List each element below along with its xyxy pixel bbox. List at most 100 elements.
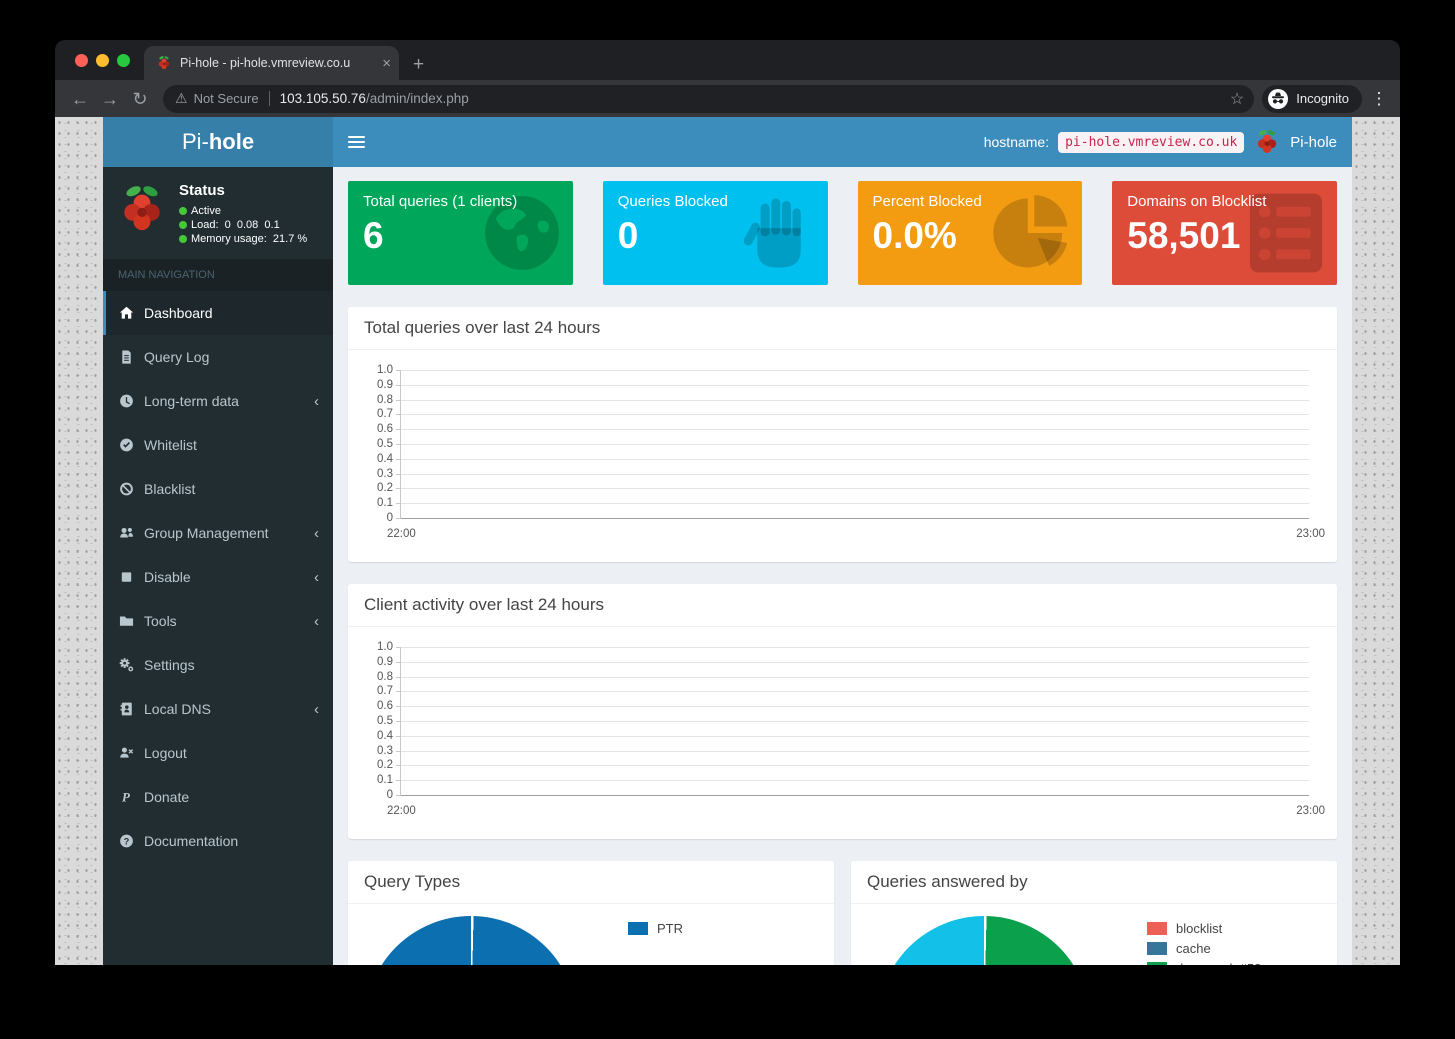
sidebar-item-label: Long-term data [144, 393, 239, 409]
stat-card-queries-blocked[interactable]: Queries Blocked 0 [603, 181, 828, 285]
status-ok-icon [179, 235, 187, 243]
page-header: Pi-hole hostname: pi-hole.vmreview.co.uk… [103, 117, 1352, 167]
main-content: Total queries (1 clients) 6 Queries Bloc… [333, 167, 1352, 965]
raspberry-logo [115, 180, 169, 238]
new-tab-button[interactable]: + [413, 55, 424, 74]
sidebar-item-label: Settings [144, 657, 195, 673]
browser-window: Pi-hole - pi-hole.vmreview.co.u × + ← → … [55, 40, 1400, 117]
sidebar-item-label: Tools [144, 613, 177, 629]
sidebar-item-label: Logout [144, 745, 187, 761]
browser-menu-icon[interactable]: ⋮ [1368, 89, 1390, 109]
sidebar-item-label: Whitelist [144, 437, 197, 453]
sidebar-item-local-dns[interactable]: Local DNS ‹ [103, 687, 333, 731]
back-icon[interactable]: ← [65, 90, 95, 108]
window-controls[interactable] [55, 40, 144, 80]
pihole-brand-logo[interactable]: Pi-hole [103, 117, 333, 167]
url-path: /admin/index.php [366, 91, 469, 106]
home-icon [118, 305, 135, 321]
legend-swatch [1147, 922, 1167, 935]
card-value: 0 [618, 217, 813, 254]
url-host: 103.105.50.76 [280, 91, 366, 106]
legend-swatch [628, 922, 648, 935]
zoom-window-button[interactable] [117, 54, 130, 67]
pihole-favicon-icon [156, 55, 172, 71]
status-load: Load: 0 0.08 0.1 [179, 219, 307, 231]
reload-icon[interactable]: ↻ [125, 90, 155, 108]
panel-title: Total queries over last 24 hours [348, 307, 1337, 350]
chevron-left-icon: ‹ [314, 701, 319, 718]
status-ok-icon [179, 207, 187, 215]
status-memory: Memory usage: 21.7 % [179, 233, 307, 245]
not-secure-label: Not Secure [194, 91, 259, 106]
client-activity-chart: 1.00.90.80.70.60.50.40.30.20.1022:0023:0… [400, 647, 1309, 795]
sidebar-item-whitelist[interactable]: Whitelist [103, 423, 333, 467]
sidebar-item-long-term-data[interactable]: Long-term data ‹ [103, 379, 333, 423]
paypal-icon: P [118, 789, 135, 805]
chevron-left-icon: ‹ [314, 569, 319, 586]
sidebar-item-label: Group Management [144, 525, 269, 541]
sidebar-item-blacklist[interactable]: Blacklist [103, 467, 333, 511]
sidebar-item-documentation[interactable]: ?Documentation [103, 819, 333, 863]
panel-title: Queries answered by [851, 861, 1337, 904]
pihole-raspberry-icon [1253, 128, 1281, 156]
queries-answered-donut-chart[interactable] [878, 916, 1090, 965]
chevron-left-icon: ‹ [314, 393, 319, 410]
sidebar-item-tools[interactable]: Tools ‹ [103, 599, 333, 643]
tab-close-icon[interactable]: × [382, 56, 391, 71]
desktop: Pi-hole - pi-hole.vmreview.co.u × + ← → … [0, 0, 1455, 1039]
close-window-button[interactable] [75, 54, 88, 67]
sidebar-item-settings[interactable]: Settings [103, 643, 333, 687]
sidebar-item-logout[interactable]: Logout [103, 731, 333, 775]
card-value: 0.0% [873, 217, 1068, 254]
legend-item[interactable]: dns.google#53 [1147, 958, 1261, 965]
brand-bold: hole [209, 129, 254, 155]
clock-icon [118, 393, 135, 409]
legend-label: blocklist [1176, 921, 1222, 936]
legend-item[interactable]: cache [1147, 938, 1261, 958]
not-secure-warning-icon[interactable]: ⚠ [175, 90, 188, 107]
stat-card-total-queries[interactable]: Total queries (1 clients) 6 [348, 181, 573, 285]
top-navbar: hostname: pi-hole.vmreview.co.uk Pi-hole [333, 117, 1352, 167]
chevron-left-icon: ‹ [314, 525, 319, 542]
card-value: 6 [363, 217, 558, 254]
nav-section-label: MAIN NAVIGATION [103, 259, 333, 291]
incognito-badge: Incognito [1262, 85, 1362, 113]
panel-query-types: Query Types PTR [348, 861, 834, 965]
gears-icon [118, 657, 135, 673]
stat-card-domains-blocklist[interactable]: Domains on Blocklist 58,501 [1112, 181, 1337, 285]
file-icon [118, 349, 135, 365]
page-viewport: Pi-hole hostname: pi-hole.vmreview.co.uk… [103, 117, 1352, 965]
stop-icon [118, 569, 135, 585]
sidebar-item-query-log[interactable]: Query Log [103, 335, 333, 379]
sidebar-item-group-management[interactable]: Group Management ‹ [103, 511, 333, 555]
forward-icon[interactable]: → [95, 90, 125, 108]
legend-item[interactable]: PTR [628, 918, 683, 938]
browser-tab[interactable]: Pi-hole - pi-hole.vmreview.co.u × [144, 46, 399, 80]
card-title: Total queries (1 clients) [363, 193, 558, 210]
card-title: Domains on Blocklist [1127, 193, 1322, 210]
browser-toolbar: ← → ↻ ⚠ Not Secure 103.105.50.76 /admin/… [55, 80, 1400, 117]
query-types-donut-chart[interactable] [365, 916, 577, 965]
check-circle-icon [118, 437, 135, 453]
status-title: Status [179, 182, 307, 199]
sidebar-item-label: Blacklist [144, 481, 195, 497]
sidebar-item-disable[interactable]: Disable‹ [103, 555, 333, 599]
address-book-icon [118, 701, 135, 717]
chevron-left-icon: ‹ [314, 613, 319, 630]
address-bar[interactable]: ⚠ Not Secure 103.105.50.76 /admin/index.… [163, 85, 1254, 113]
bookmark-star-icon[interactable]: ☆ [1230, 89, 1244, 109]
panel-queries-answered-by: Queries answered by blocklist cachedns.go… [851, 861, 1337, 965]
minimize-window-button[interactable] [96, 54, 109, 67]
stat-cards-row: Total queries (1 clients) 6 Queries Bloc… [348, 181, 1337, 285]
sidebar-toggle-icon[interactable] [348, 136, 365, 148]
sidebar-item-dashboard[interactable]: Dashboard [103, 291, 333, 335]
hostname-label: hostname: [984, 134, 1049, 150]
users-icon [118, 525, 135, 541]
legend-item[interactable]: blocklist [1147, 918, 1261, 938]
sidebar-item-donate[interactable]: PDonate [103, 775, 333, 819]
status-panel: Status Active Load: 0 0.08 0.1 Memory us… [103, 167, 333, 259]
stat-card-percent-blocked[interactable]: Percent Blocked 0.0% [858, 181, 1083, 285]
logout-icon [118, 745, 135, 761]
sidebar-item-label: Dashboard [144, 305, 213, 321]
sidebar-item-label: Local DNS [144, 701, 211, 717]
